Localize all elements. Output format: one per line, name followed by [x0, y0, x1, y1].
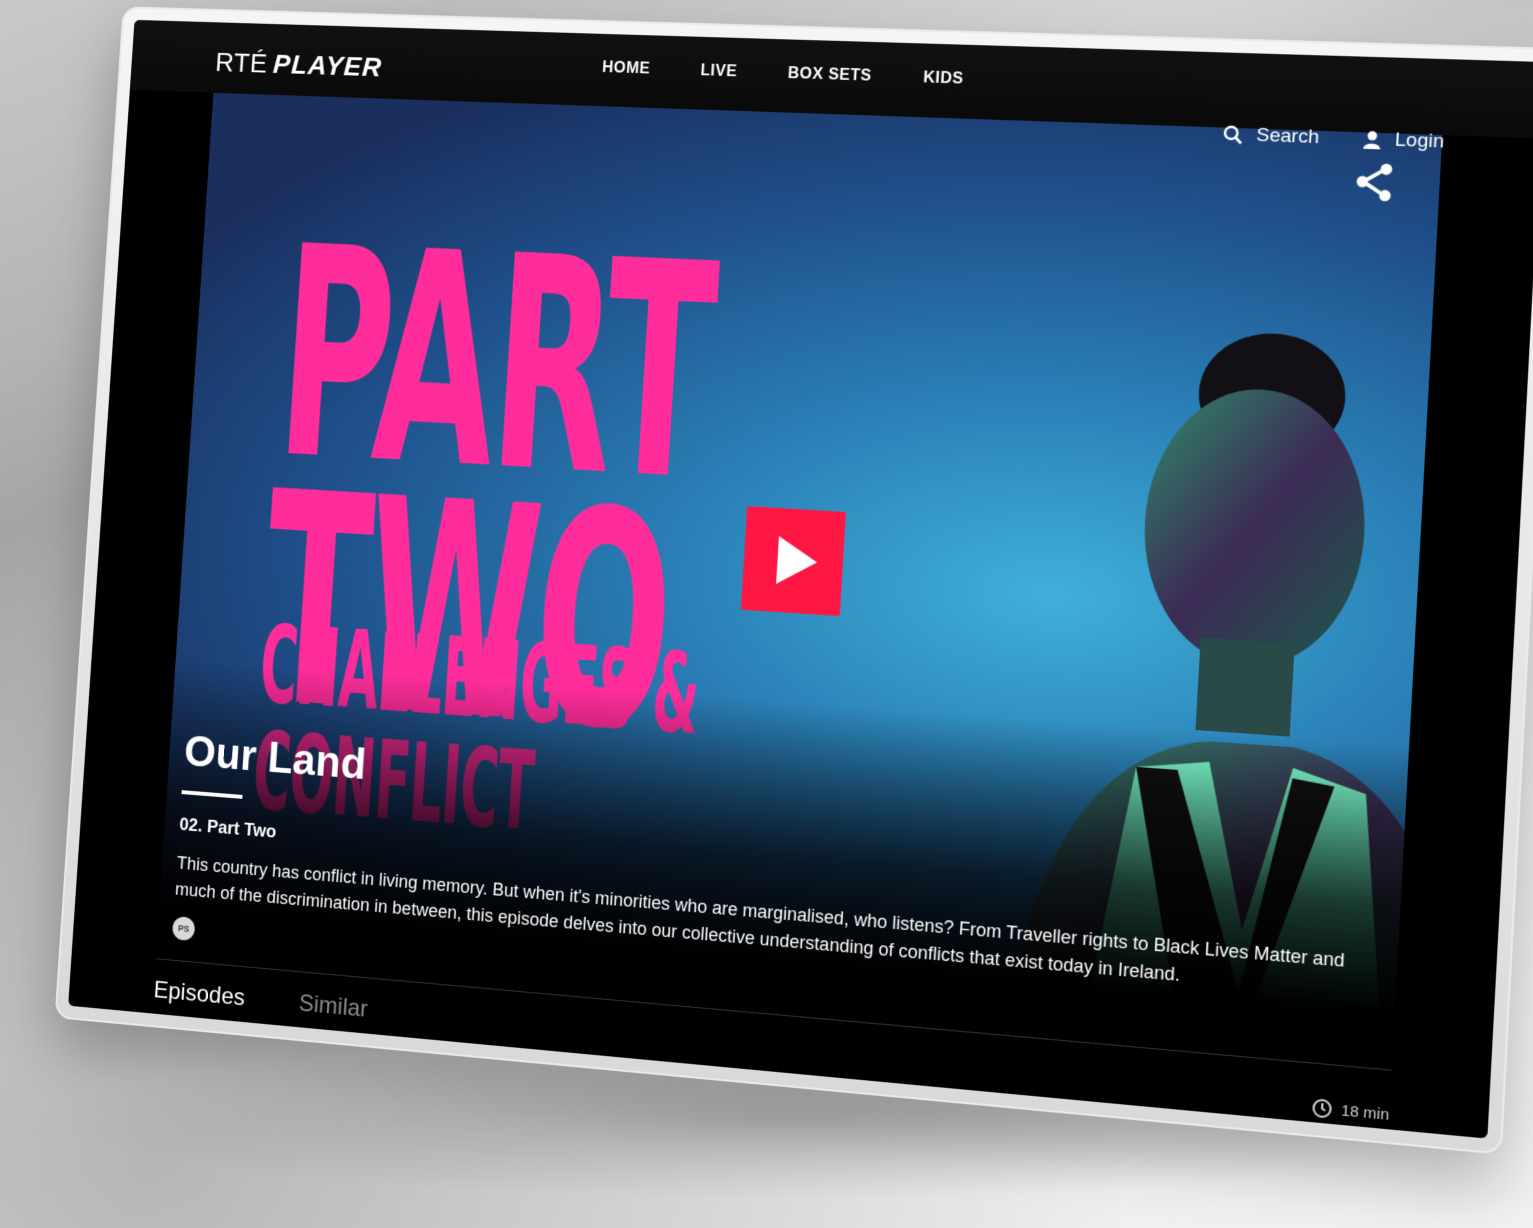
rating-badge: PS — [171, 915, 196, 942]
search-label: Search — [1255, 124, 1320, 149]
rte-player-logo[interactable]: RTÉ PLAYER — [214, 47, 383, 83]
logo-player-text: PLAYER — [272, 48, 383, 83]
main-nav: HOME LIVE BOX SETS KIDS — [602, 59, 964, 88]
nav-item-kids[interactable]: KIDS — [923, 69, 964, 88]
search-icon — [1223, 125, 1245, 146]
login-label: Login — [1394, 129, 1445, 153]
nav-item-box-sets[interactable]: BOX SETS — [787, 65, 872, 85]
nav-item-live[interactable]: LIVE — [700, 62, 738, 81]
logo-rte-text: RTÉ — [214, 47, 269, 79]
screen: RTÉ PLAYER HOME LIVE BOX SETS KIDS PART T… — [68, 19, 1533, 1139]
stage: RTÉ PLAYER HOME LIVE BOX SETS KIDS PART T… — [0, 0, 1533, 1228]
search-button[interactable]: Search — [1223, 124, 1320, 150]
nav-item-home[interactable]: HOME — [602, 59, 651, 78]
login-button[interactable]: Login — [1360, 128, 1445, 153]
monitor-bezel: RTÉ PLAYER HOME LIVE BOX SETS KIDS PART T… — [54, 6, 1533, 1155]
episode-duration: 18 min — [1311, 1097, 1390, 1125]
share-icon[interactable] — [1350, 159, 1399, 206]
user-icon — [1362, 130, 1380, 150]
tab-similar[interactable]: Similar — [298, 990, 369, 1024]
duration-label: 18 min — [1340, 1101, 1390, 1124]
tab-episodes[interactable]: Episodes — [153, 977, 246, 1013]
content-tabs: Episodes Similar — [153, 977, 369, 1024]
clock-icon — [1311, 1097, 1333, 1120]
play-icon — [776, 536, 819, 587]
play-button[interactable] — [740, 506, 846, 617]
